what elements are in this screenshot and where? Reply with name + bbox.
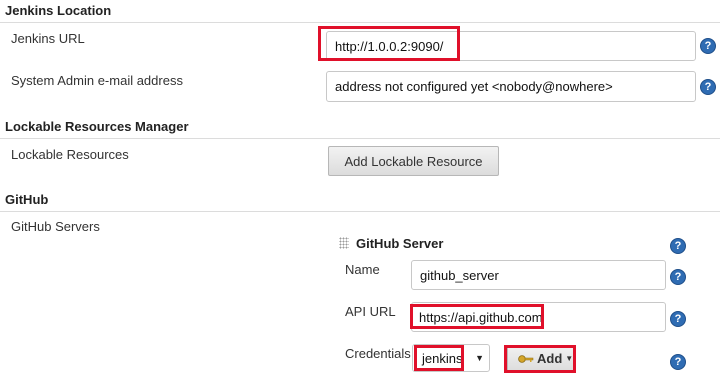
admin-email-label: System Admin e-mail address xyxy=(11,73,183,88)
highlight-box-credentials xyxy=(414,345,464,371)
section-divider xyxy=(0,138,720,139)
github-server-title: GitHub Server xyxy=(356,236,444,251)
server-name-label: Name xyxy=(345,262,380,277)
section-divider xyxy=(0,22,720,23)
admin-email-input[interactable]: address not configured yet <nobody@nowhe… xyxy=(326,71,696,102)
highlight-box-jenkins-url xyxy=(318,26,460,61)
lockable-heading: Lockable Resources Manager xyxy=(5,119,189,134)
highlight-box-add xyxy=(504,345,576,373)
lockable-resources-label: Lockable Resources xyxy=(11,147,129,162)
add-lockable-resource-button[interactable]: Add Lockable Resource xyxy=(328,146,499,176)
help-icon[interactable]: ? xyxy=(670,238,686,254)
credentials-label: Credentials xyxy=(345,346,411,361)
jenkins-url-label: Jenkins URL xyxy=(11,31,85,46)
dropdown-arrow-icon: ▼ xyxy=(475,353,484,363)
server-name-value: github_server xyxy=(420,267,499,283)
section-divider xyxy=(0,211,720,212)
server-name-input[interactable]: github_server xyxy=(411,260,666,290)
api-url-label: API URL xyxy=(345,304,396,319)
admin-email-value: address not configured yet <nobody@nowhe… xyxy=(335,79,613,94)
help-icon[interactable]: ? xyxy=(700,79,716,95)
drag-handle-icon[interactable] xyxy=(339,237,349,249)
help-icon[interactable]: ? xyxy=(670,354,686,370)
help-icon[interactable]: ? xyxy=(670,269,686,285)
help-icon[interactable]: ? xyxy=(700,38,716,54)
github-servers-label: GitHub Servers xyxy=(11,219,100,234)
help-icon[interactable]: ? xyxy=(670,311,686,327)
jenkins-location-heading: Jenkins Location xyxy=(5,3,112,18)
highlight-box-api-url xyxy=(410,304,544,329)
github-heading: GitHub xyxy=(5,192,49,207)
